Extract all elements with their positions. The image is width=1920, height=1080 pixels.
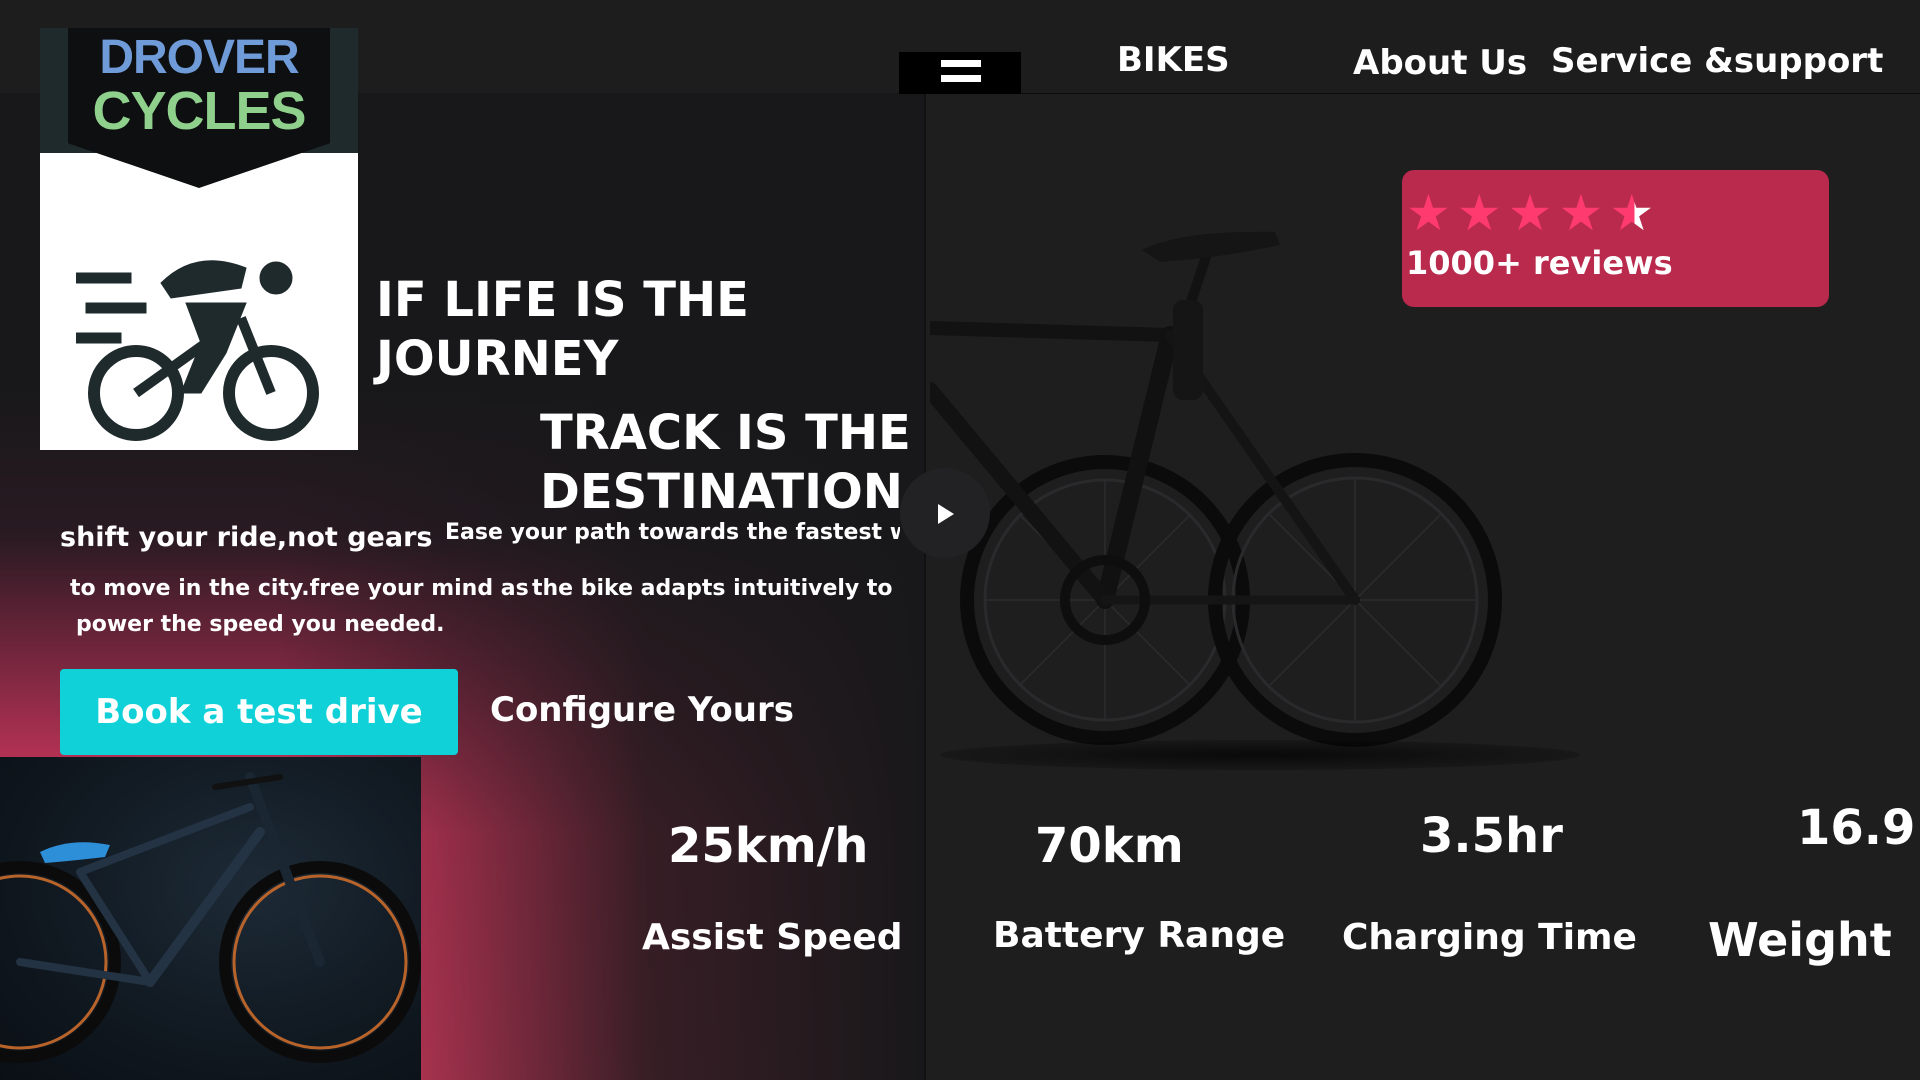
panel-divider (924, 93, 926, 1080)
headline-line-3: TRACK IS THE (540, 405, 911, 461)
stat-charging-time-label: Charging Time (1342, 917, 1637, 958)
stat-weight-label: Weight (1708, 913, 1892, 967)
reviews-badge[interactable]: ★★★★★ 1000+ reviews (1402, 170, 1829, 307)
body-text-line-1: Ease your path towards the fastest wa (445, 520, 900, 545)
star-icon: ★ (1456, 184, 1508, 242)
nav-service-support[interactable]: Service &support (1551, 41, 1883, 81)
book-test-drive-button[interactable]: Book a test drive (60, 669, 458, 755)
hamburger-icon[interactable] (899, 52, 1021, 94)
body-text-line-2b: the bike adapts intuitively to (532, 576, 893, 601)
nav-bikes[interactable]: BIKES (1117, 40, 1230, 80)
star-half-icon: ★ (1609, 184, 1661, 242)
stat-assist-speed-value: 25km/h (668, 818, 869, 874)
headline-line-2: JOURNEY (376, 331, 619, 387)
stat-assist-speed-label: Assist Speed (642, 917, 903, 958)
body-text-line-2a: to move in the city.free your mind as (70, 576, 529, 601)
configure-yours-link[interactable]: Configure Yours (490, 690, 794, 730)
stat-charging-time-value: 3.5hr (1420, 808, 1563, 864)
body-text-line-3: power the speed you needed. (76, 612, 445, 637)
mountain-bike-image (0, 757, 421, 1080)
headline-line-4: DESTINATION (540, 464, 903, 520)
star-icon: ★ (1507, 184, 1559, 242)
stat-battery-range-value: 70km (1035, 818, 1184, 874)
logo-word-drover: DROVER (99, 31, 299, 84)
reviews-count: 1000+ reviews (1406, 244, 1673, 282)
brand-logo[interactable]: DROVER CYCLES (40, 28, 358, 450)
headline-line-1: IF LIFE IS THE (376, 272, 749, 328)
star-rating: ★★★★★ (1406, 184, 1660, 242)
stat-weight-value: 16.9 (1797, 800, 1916, 856)
stat-battery-range-label: Battery Range (993, 915, 1286, 956)
tagline: shift your ride,not gears (60, 522, 433, 553)
logo-word-cycles: CYCLES (92, 81, 306, 141)
play-button[interactable] (900, 468, 990, 558)
bike-shadow (940, 740, 1580, 770)
star-icon: ★ (1406, 184, 1457, 242)
star-icon: ★ (1558, 184, 1610, 242)
cyclist-icon (76, 260, 319, 441)
play-icon (938, 504, 954, 524)
nav-about-us[interactable]: About Us (1353, 43, 1527, 83)
